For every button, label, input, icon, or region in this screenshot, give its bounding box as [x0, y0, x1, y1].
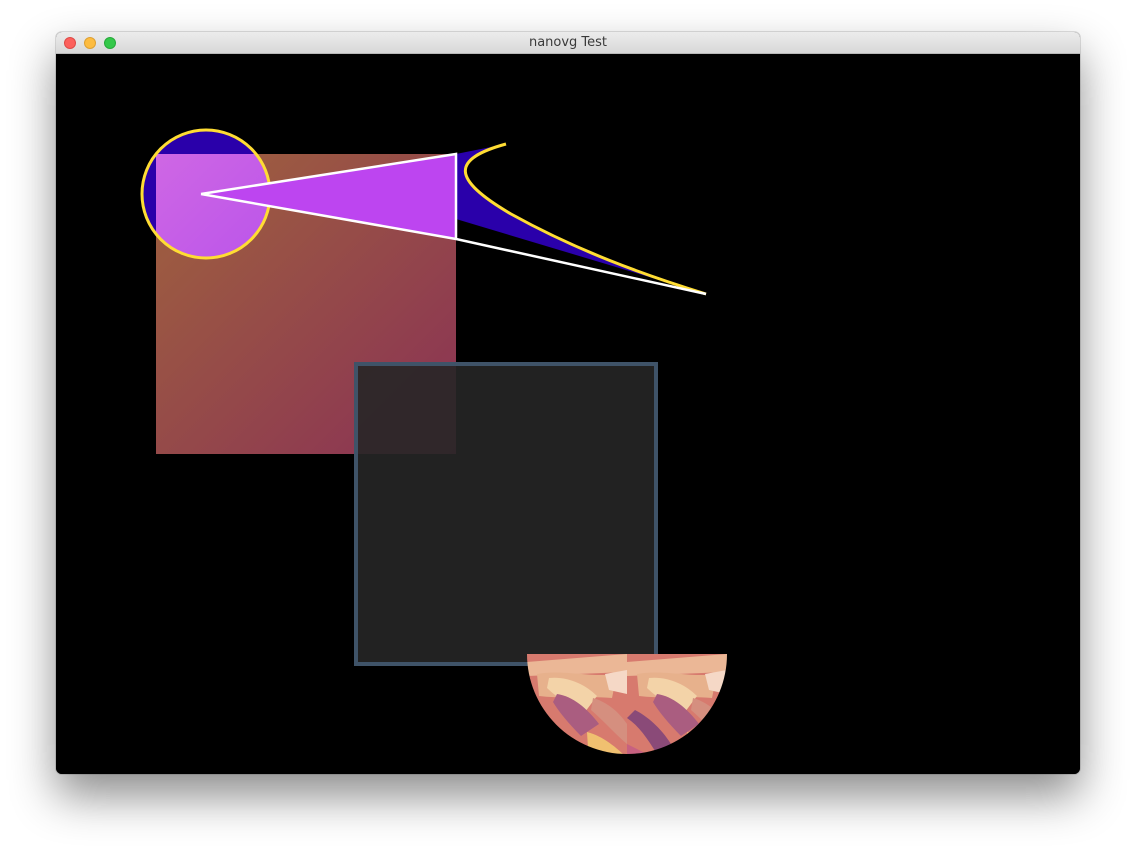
render-canvas[interactable]	[56, 54, 1080, 774]
app-window: nanovg Test	[56, 32, 1080, 774]
image-pattern-half-circle	[527, 654, 727, 754]
window-title: nanovg Test	[528, 35, 608, 50]
curve-wedge	[456, 144, 706, 294]
translucent-square	[356, 364, 656, 664]
title-bar[interactable]: nanovg Test	[56, 32, 1080, 54]
canvas-svg	[140, 128, 727, 754]
